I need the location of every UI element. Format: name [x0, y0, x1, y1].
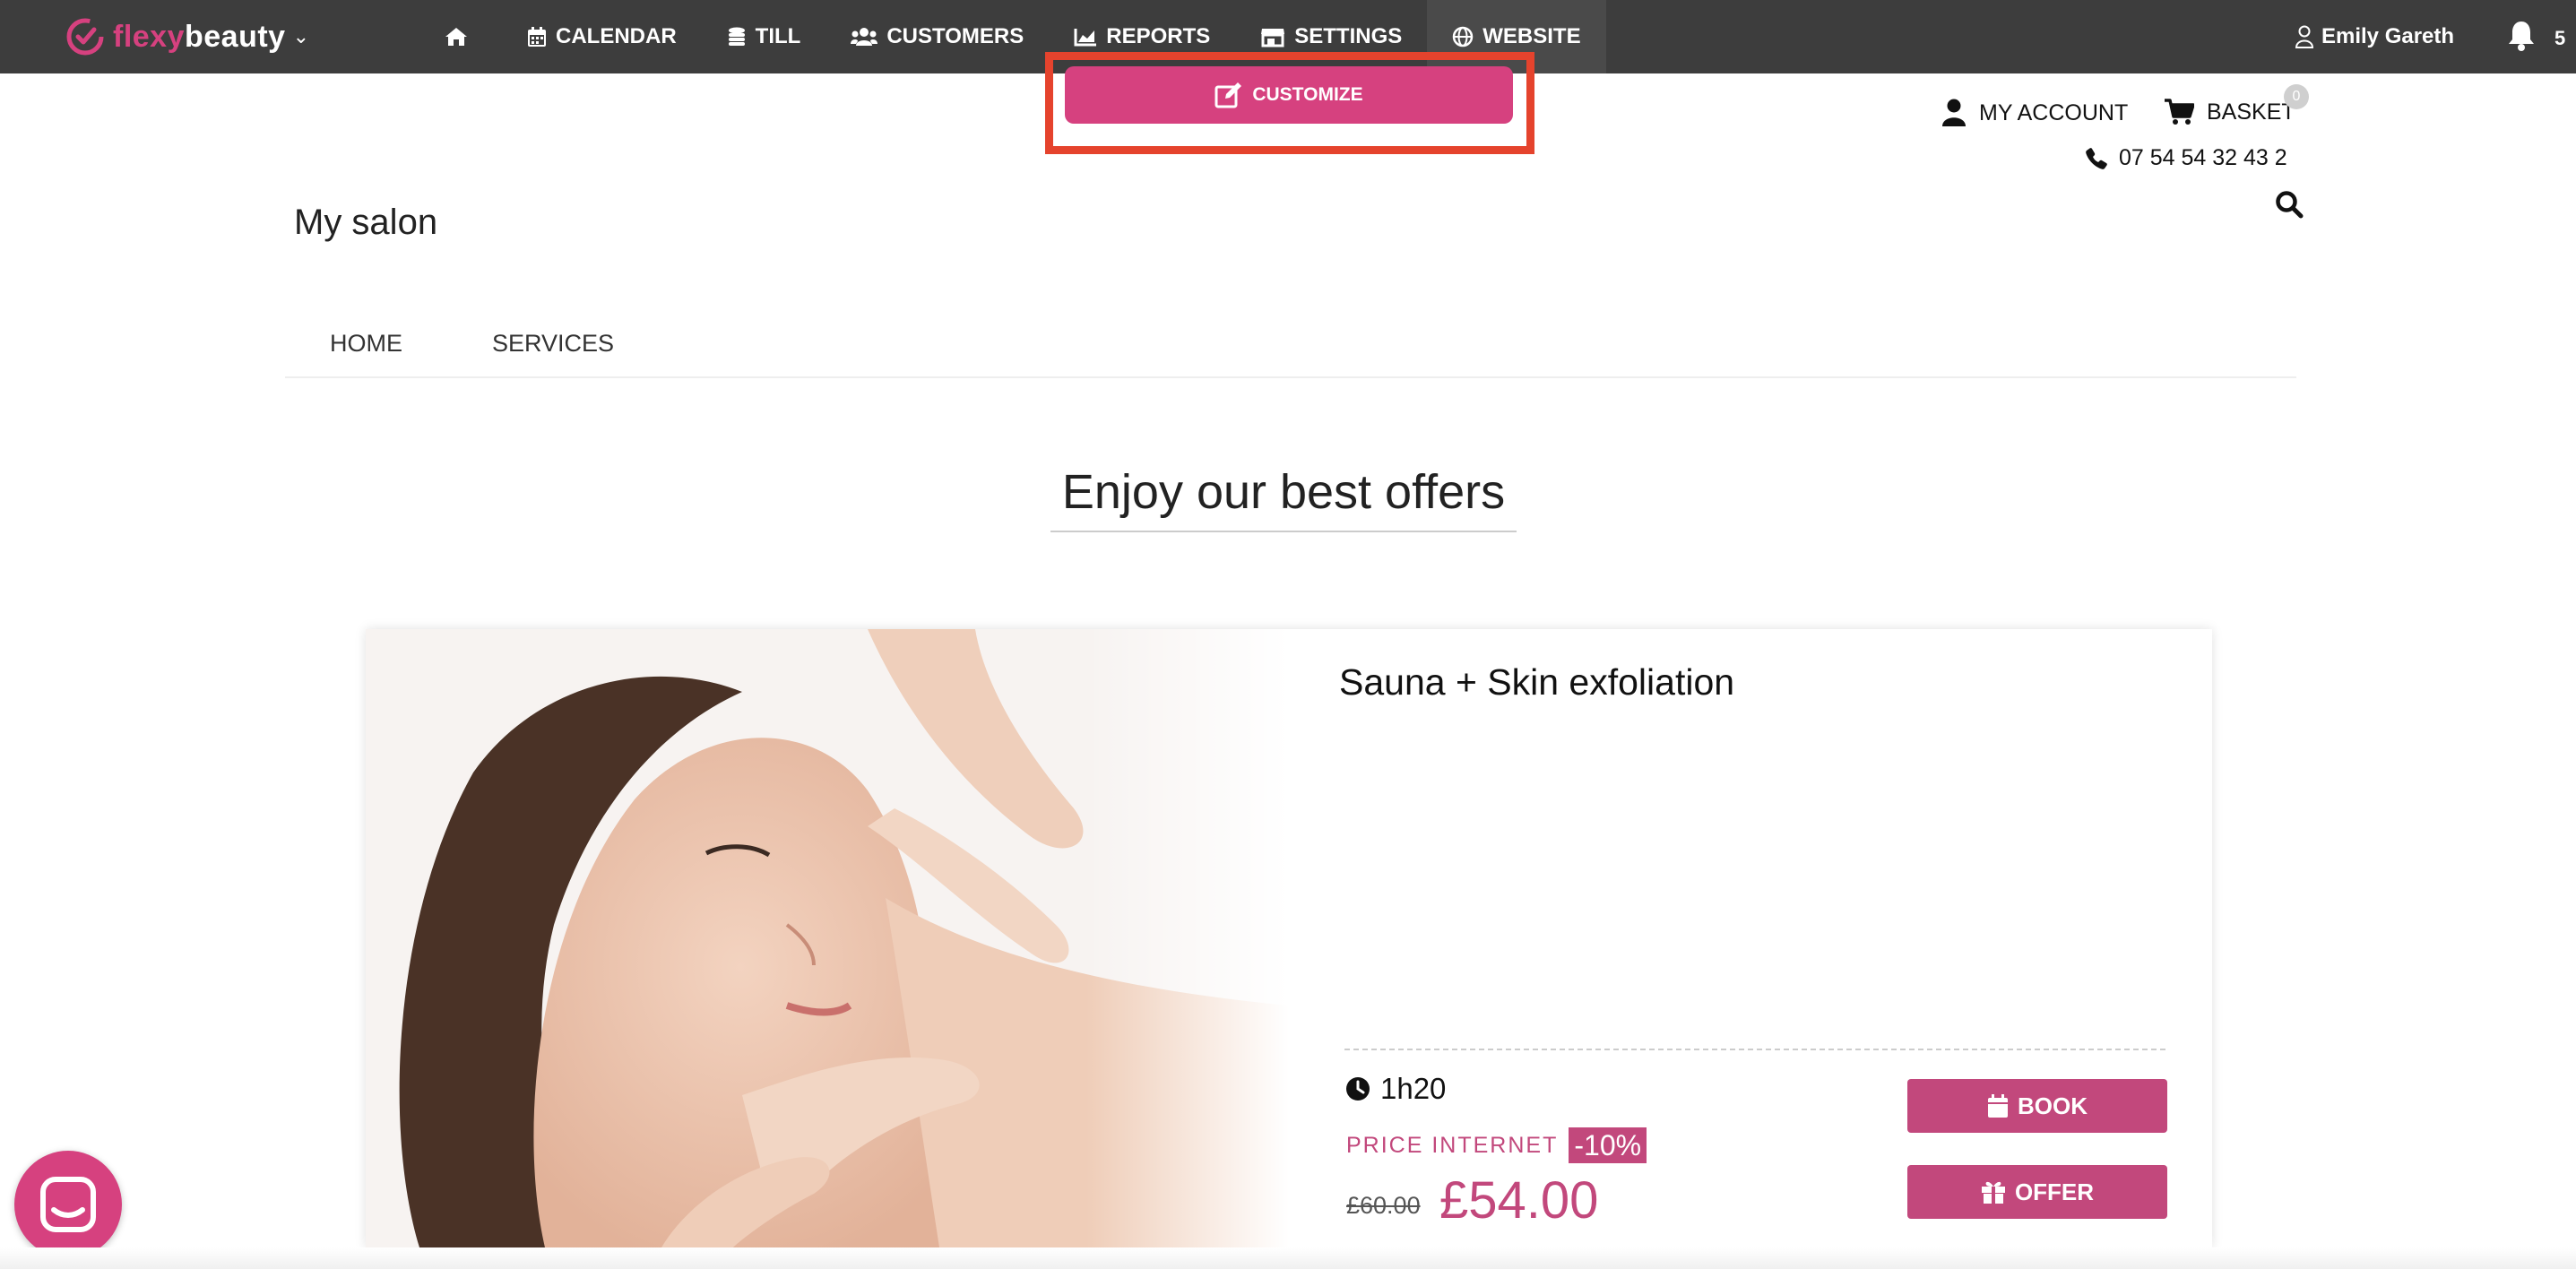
basket-link[interactable]: BASKET — [2164, 99, 2295, 125]
notification-count: 5 — [2554, 27, 2566, 49]
users-icon — [851, 28, 878, 46]
book-label: BOOK — [2018, 1092, 2088, 1119]
discount-badge: -10% — [1569, 1127, 1647, 1163]
home-icon — [445, 28, 467, 46]
offer-button[interactable]: OFFER — [1907, 1165, 2167, 1219]
offer-card: Sauna + Skin exfoliation 1h20 PRICE INTE… — [366, 629, 2212, 1247]
customize-button[interactable]: CUSTOMIZE — [1065, 66, 1513, 124]
nav-reports-label: REPORTS — [1106, 24, 1211, 48]
nav-home[interactable] — [419, 0, 502, 73]
bell-icon[interactable] — [2506, 20, 2537, 52]
chat-icon — [40, 1177, 96, 1232]
user-name: Emily Gareth — [2321, 24, 2455, 48]
coins-icon — [728, 27, 745, 46]
gift-icon — [1981, 1181, 2005, 1204]
menu-item-home[interactable]: HOME — [285, 306, 447, 358]
offer-label: OFFER — [2014, 1178, 2095, 1205]
facial-massage-photo — [366, 629, 1289, 1247]
new-price: £54.00 — [1439, 1171, 1599, 1230]
chevron-down-icon: ⌄ — [292, 25, 310, 47]
basket-label: BASKET — [2207, 99, 2295, 125]
nav-settings-label: SETTINGS — [1294, 24, 1403, 48]
phone-icon — [2086, 147, 2107, 169]
salon-title: My salon — [294, 203, 438, 242]
chart-icon — [1074, 29, 1097, 47]
search-icon[interactable] — [2275, 190, 2304, 219]
calendar-icon — [528, 27, 546, 47]
offers-heading: Enjoy our best offers — [1061, 465, 1506, 519]
price-label-text: PRICE INTERNET — [1346, 1132, 1559, 1158]
cart-icon — [2165, 99, 2194, 125]
my-account-label: MY ACCOUNT — [1979, 99, 2129, 125]
phone-number: 07 54 54 32 43 2 — [2119, 145, 2287, 170]
site-menu: HOME SERVICES — [285, 306, 2296, 378]
offer-title: Sauna + Skin exfoliation — [1339, 661, 1735, 703]
old-price: £60.00 — [1346, 1192, 1421, 1219]
menu-item-services[interactable]: SERVICES — [447, 306, 659, 358]
my-account-link[interactable]: MY ACCOUNT — [1941, 99, 2128, 127]
user-icon — [2295, 25, 2314, 48]
offers-heading-underline — [1050, 531, 1517, 532]
nav-till[interactable]: TILL — [702, 0, 826, 73]
duration-value: 1h20 — [1380, 1072, 1447, 1105]
basket-count-badge: 0 — [2284, 84, 2309, 109]
user-solid-icon — [1942, 99, 1966, 126]
edit-icon — [1215, 82, 1242, 108]
logo-text-beauty: beauty — [185, 19, 286, 54]
price-internet-label: PRICE INTERNET -10% — [1346, 1127, 1647, 1163]
clock-icon — [1346, 1077, 1370, 1101]
offer-duration: 1h20 — [1344, 1072, 1446, 1106]
logo-text-flexy: flexy — [113, 19, 185, 54]
logo-clock-icon — [66, 18, 104, 56]
nav-till-label: TILL — [755, 24, 801, 48]
user-menu[interactable]: Emily Gareth — [2295, 0, 2454, 73]
phone-link[interactable]: 07 54 54 32 43 2 — [2085, 145, 2287, 171]
offer-divider — [1344, 1049, 2165, 1050]
customize-label: CUSTOMIZE — [1252, 84, 1363, 105]
globe-icon — [1453, 26, 1474, 47]
page-bottom-edge — [0, 1247, 2576, 1269]
nav-customers-label: CUSTOMERS — [886, 24, 1024, 48]
calendar-icon — [1988, 1094, 2008, 1118]
nav-calendar-label: CALENDAR — [556, 24, 677, 48]
flexybeauty-logo[interactable]: flexy beauty ⌄ — [65, 13, 309, 61]
nav-website-label: WEBSITE — [1482, 24, 1581, 48]
nav-customers[interactable]: CUSTOMERS — [826, 0, 1049, 73]
chat-launcher[interactable] — [14, 1151, 122, 1258]
store-icon — [1261, 29, 1285, 47]
nav-calendar[interactable]: CALENDAR — [502, 0, 702, 73]
book-button[interactable]: BOOK — [1907, 1079, 2167, 1133]
